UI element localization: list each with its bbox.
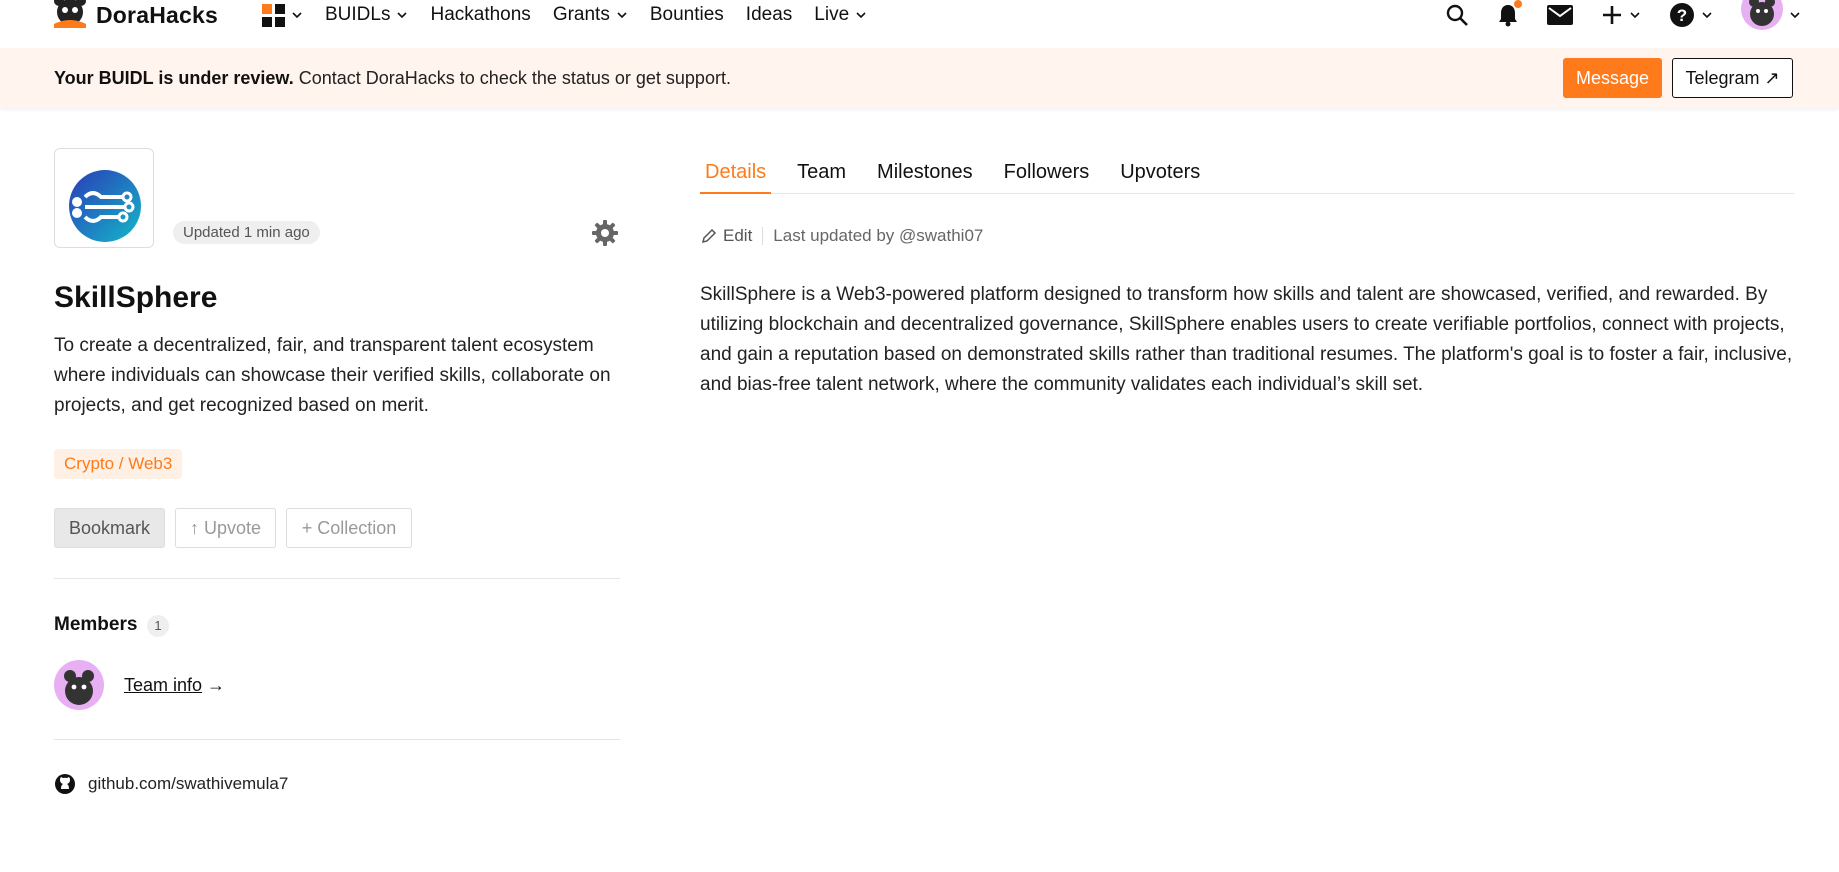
nav-label: BUIDLs <box>325 4 391 25</box>
members-count-badge: 1 <box>147 615 169 637</box>
pencil-icon <box>701 228 717 244</box>
last-updated-text: Last updated by @swathi07 <box>773 226 984 245</box>
nav-buidls[interactable]: BUIDLs <box>325 4 408 26</box>
github-icon <box>55 774 75 794</box>
project-logo[interactable] <box>54 148 154 248</box>
svg-text:?: ? <box>1677 6 1687 25</box>
members-title: Members <box>54 614 138 635</box>
upvote-button[interactable]: ↑ Upvote <box>175 508 276 548</box>
tab-milestones[interactable]: Milestones <box>872 158 978 194</box>
profile-menu-button[interactable] <box>1741 0 1801 36</box>
nav-label: Grants <box>552 4 610 25</box>
plus-icon <box>1603 6 1621 24</box>
chevron-down-icon <box>397 12 408 19</box>
nav-live[interactable]: Live <box>814 4 867 26</box>
team-info-link[interactable]: Team info → <box>124 675 225 696</box>
search-icon <box>1446 4 1468 26</box>
telegram-button[interactable]: Telegram ↗ <box>1672 58 1793 98</box>
tab-followers[interactable]: Followers <box>999 158 1095 194</box>
chevron-down-icon <box>1630 12 1640 19</box>
project-title: SkillSphere <box>54 281 218 314</box>
gear-icon[interactable] <box>591 219 619 247</box>
chevron-down-icon <box>617 12 627 19</box>
banner-text: Contact DoraHacks to check the status or… <box>293 68 731 88</box>
bear-avatar-icon <box>1749 0 1775 26</box>
brand-name: DoraHacks <box>96 1 218 28</box>
nav-label: Live <box>814 4 850 25</box>
separator <box>762 227 764 245</box>
notifications-button[interactable] <box>1497 0 1522 27</box>
project-tagline: To create a decentralized, fair, and tra… <box>54 335 611 416</box>
team-info-label: Team info <box>124 675 203 695</box>
nav-label: Hackathons <box>430 4 531 25</box>
tab-upvoters[interactable]: Upvoters <box>1115 158 1205 194</box>
edit-button[interactable]: Edit <box>701 226 752 246</box>
chevron-down-icon <box>1702 12 1712 19</box>
messages-button[interactable] <box>1547 5 1573 25</box>
apps-menu-button[interactable] <box>262 3 303 27</box>
nav-ideas[interactable]: Ideas <box>746 4 792 26</box>
banner-message: Your BUIDL is under review. Contact Dora… <box>54 68 731 89</box>
divider <box>54 739 620 740</box>
nav-bounties[interactable]: Bounties <box>650 4 724 26</box>
notification-dot <box>1514 0 1522 8</box>
nav-label: Bounties <box>649 4 724 25</box>
dorahacks-logo-icon <box>54 0 86 28</box>
chevron-down-icon <box>292 12 302 19</box>
nav-grants[interactable]: Grants <box>553 4 628 26</box>
mail-icon <box>1547 5 1573 25</box>
arrow-right-icon: → <box>202 675 226 695</box>
user-actions: ? <box>1417 0 1801 30</box>
top-navbar: DoraHacks BUIDLs Hackathons Grants Bount… <box>0 0 1839 48</box>
chevron-down-icon <box>1790 12 1800 19</box>
brand[interactable]: DoraHacks <box>50 0 218 30</box>
nav-label: Ideas <box>745 4 793 25</box>
help-menu-button[interactable]: ? <box>1669 2 1713 28</box>
avatar <box>1741 0 1783 30</box>
updated-badge: Updated 1 min ago <box>173 221 320 244</box>
apps-grid-icon <box>262 3 285 27</box>
search-button[interactable] <box>1445 3 1469 27</box>
create-menu-button[interactable] <box>1601 4 1641 26</box>
member-avatar[interactable] <box>54 660 104 710</box>
banner-bold: Your BUIDL is under review. <box>54 68 294 88</box>
bear-avatar-icon <box>64 670 94 705</box>
bookmark-button[interactable]: Bookmark <box>54 508 165 548</box>
github-url: github.com/swathivemula7 <box>88 774 289 793</box>
category-tag[interactable]: Crypto / Web3 <box>54 449 183 479</box>
tab-team[interactable]: Team <box>792 158 851 194</box>
divider <box>54 578 620 579</box>
nav-hackathons[interactable]: Hackathons <box>430 4 530 26</box>
add-collection-button[interactable]: + Collection <box>286 508 412 548</box>
chevron-down-icon <box>856 12 866 19</box>
edit-label: Edit <box>723 226 753 245</box>
github-link[interactable]: github.com/swathivemula7 <box>54 773 288 795</box>
project-description: SkillSphere is a Web3-powered platform d… <box>700 284 1793 395</box>
main-nav: BUIDLs Hackathons Grants Bounties Ideas … <box>262 0 889 30</box>
skillsphere-logo-icon <box>69 170 141 242</box>
edit-row: Edit Last updated by @swathi07 <box>701 226 983 246</box>
message-button[interactable]: Message <box>1563 58 1662 98</box>
project-tabs: Details Team Milestones Followers Upvote… <box>700 158 1794 194</box>
help-icon: ? <box>1670 3 1694 27</box>
review-banner: Your BUIDL is under review. Contact Dora… <box>0 48 1839 108</box>
tab-details[interactable]: Details <box>700 158 772 194</box>
